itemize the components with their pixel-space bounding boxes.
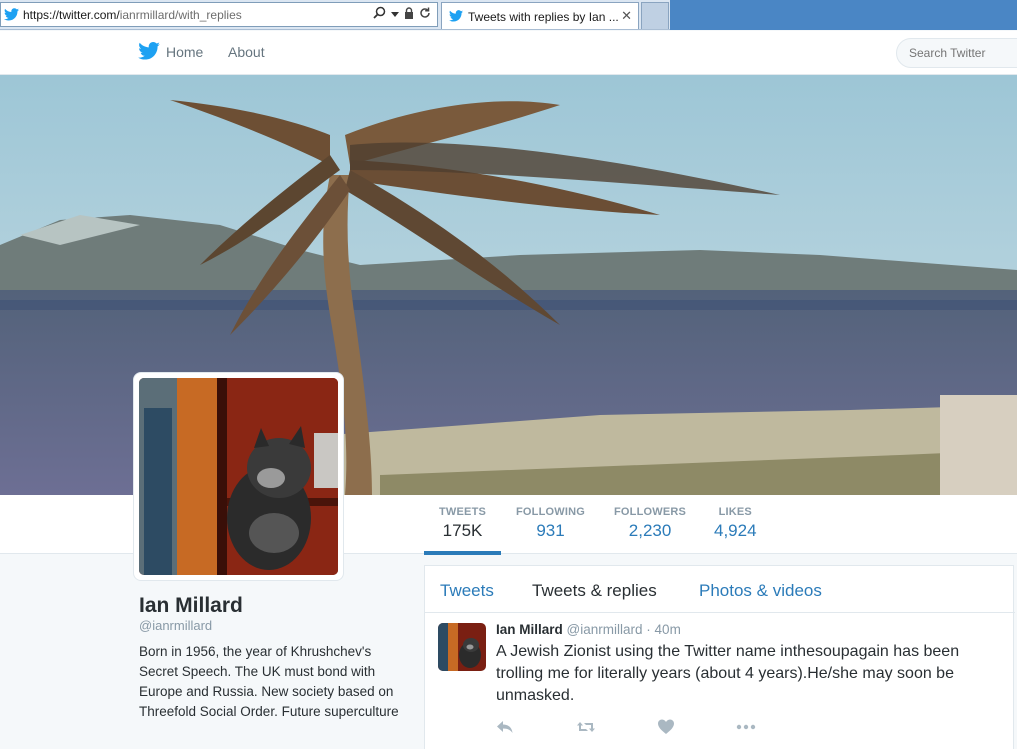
stat-value: 931 <box>536 521 565 540</box>
dropdown-icon[interactable] <box>391 7 399 21</box>
stat-value: 175K <box>442 521 483 540</box>
refresh-icon[interactable] <box>419 7 431 22</box>
twitter-bird-icon[interactable] <box>138 42 160 60</box>
profile-handle[interactable]: @ianrmillard <box>139 618 212 633</box>
active-stat-indicator <box>424 551 501 555</box>
url-host: https://twitter.com/ <box>23 8 120 22</box>
tab-title: Tweets with replies by Ian ... <box>468 10 619 24</box>
url-path: ianrmillard/with_replies <box>119 8 242 22</box>
lock-icon[interactable] <box>404 6 414 22</box>
new-tab-button[interactable] <box>641 2 669 29</box>
tab-photos-and-videos[interactable]: Photos & videos <box>699 581 822 601</box>
tweet-avatar[interactable] <box>438 623 486 671</box>
tweet-separator: · <box>646 622 651 637</box>
stat-value: 2,230 <box>628 521 672 540</box>
address-bar[interactable]: https://twitter.com/ianrmillard/with_rep… <box>0 2 438 27</box>
stat-tweets[interactable]: TWEETS 175K <box>439 506 486 541</box>
tweet-author-handle[interactable]: @ianrmillard <box>567 622 643 637</box>
twitter-bird-icon <box>449 10 463 22</box>
stat-likes[interactable]: LIKES 4,924 <box>714 506 757 541</box>
tab-tweets-and-replies[interactable]: Tweets & replies <box>532 581 657 601</box>
search-input[interactable] <box>896 38 1017 68</box>
tweet-actions <box>496 718 796 736</box>
profile-bio: Born in 1956, the year of Khrushchev's S… <box>139 644 399 719</box>
twitter-top-nav: Home About <box>0 31 1017 75</box>
like-icon[interactable] <box>657 718 675 736</box>
title-bar-fill <box>670 0 1017 30</box>
profile-name[interactable]: Ian Millard <box>139 594 243 618</box>
stat-label: FOLLOWERS <box>614 506 687 518</box>
stat-followers[interactable]: FOLLOWERS 2,230 <box>614 506 686 541</box>
more-icon[interactable] <box>736 718 756 736</box>
tweet-text: A Jewish Zionist using the Twitter name … <box>496 643 960 704</box>
timeline-tabs: Tweets Tweets & replies Photos & videos <box>425 566 1015 613</box>
tab-tweets[interactable]: Tweets <box>440 581 494 601</box>
search-icon[interactable] <box>373 6 386 22</box>
stat-label: TWEETS <box>439 506 487 518</box>
reply-icon[interactable] <box>496 718 514 736</box>
browser-tab-active[interactable]: Tweets with replies by Ian ... ✕ <box>441 2 639 29</box>
stat-label: LIKES <box>718 506 752 518</box>
stat-label: FOLLOWING <box>516 506 586 518</box>
retweet-icon[interactable] <box>576 718 595 736</box>
url-text: https://twitter.com/ianrmillard/with_rep… <box>23 8 242 22</box>
nav-about-link[interactable]: About <box>228 44 265 60</box>
avatar-image <box>139 378 338 575</box>
profile-avatar[interactable] <box>133 372 344 581</box>
nav-home-link[interactable]: Home <box>166 44 203 60</box>
stat-value: 4,924 <box>714 521 757 540</box>
tweet-header: Ian Millard @ianrmillard · 40m <box>496 622 681 637</box>
tweet-author-name[interactable]: Ian Millard <box>496 622 563 637</box>
timeline: Tweets Tweets & replies Photos & videos … <box>424 565 1015 749</box>
stat-following[interactable]: FOLLOWING 931 <box>516 506 585 541</box>
close-icon[interactable]: ✕ <box>621 8 632 24</box>
tweet-timestamp[interactable]: 40m <box>655 622 681 637</box>
twitter-bird-icon <box>4 8 19 21</box>
